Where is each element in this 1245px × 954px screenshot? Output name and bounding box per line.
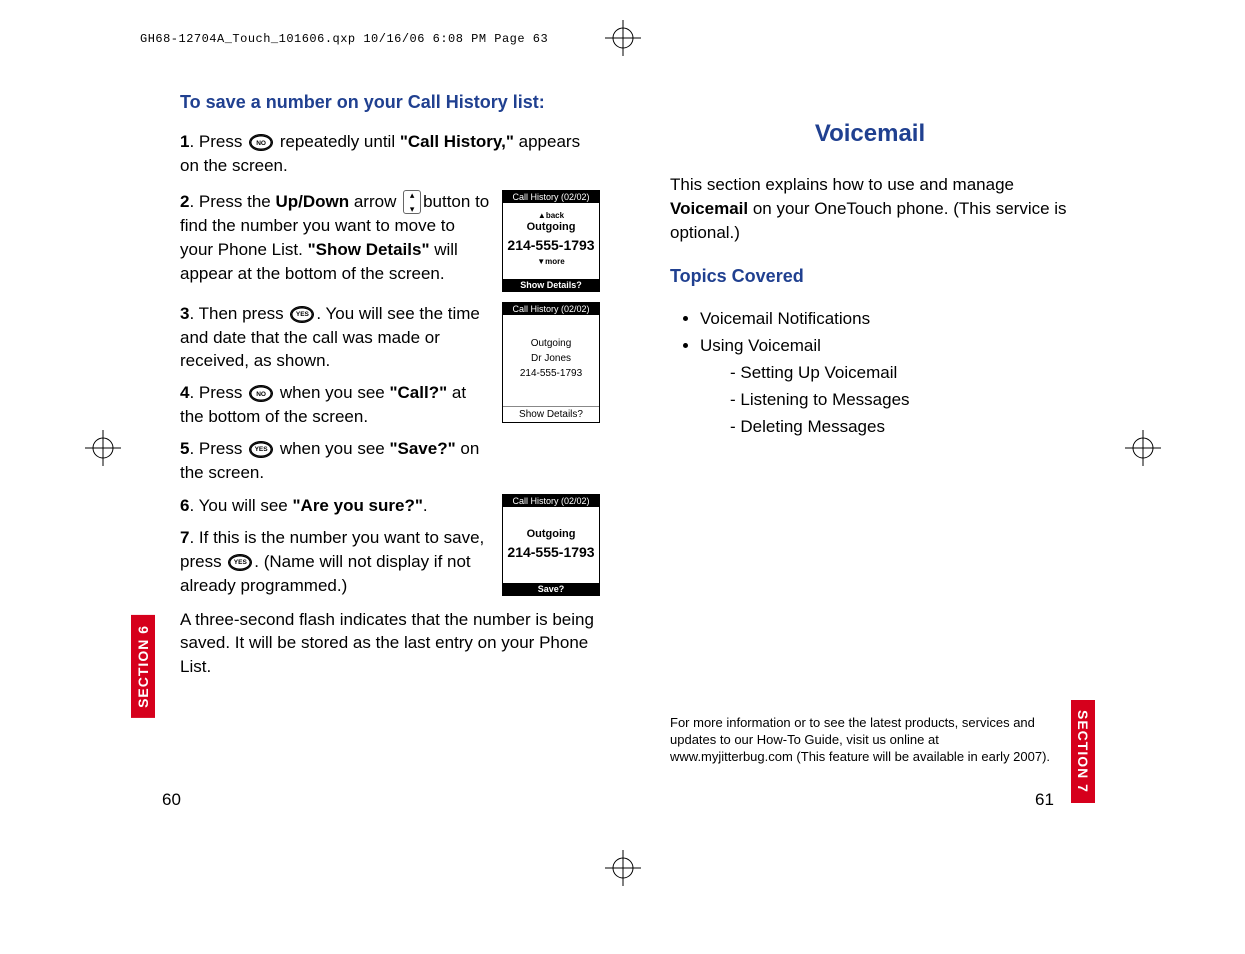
yes-button-icon: YES bbox=[290, 306, 314, 323]
page-number-left: 60 bbox=[162, 790, 181, 810]
footnote: For more information or to see the lates… bbox=[670, 715, 1055, 766]
left-page: To save a number on your Call History li… bbox=[180, 90, 600, 691]
page-number-right: 61 bbox=[1035, 790, 1054, 810]
phone-screen-3: Call History (02/02) Outgoing 214-555-17… bbox=[502, 494, 600, 596]
no-button-icon: NO bbox=[249, 134, 273, 151]
yes-button-icon: YES bbox=[228, 554, 252, 571]
crop-mark-icon bbox=[85, 430, 121, 466]
print-header: GH68-12704A_Touch_101606.qxp 10/16/06 6:… bbox=[140, 32, 548, 46]
crop-mark-icon bbox=[605, 20, 641, 56]
step-1: 1. Press NO repeatedly until "Call Histo… bbox=[180, 130, 600, 178]
step-6-7: 6. You will see "Are you sure?". 7. If t… bbox=[180, 494, 492, 597]
right-page: Voicemail This section explains how to u… bbox=[670, 90, 1070, 441]
phone-screen-1: Call History (02/02) ▲back Outgoing 214-… bbox=[502, 190, 600, 292]
crop-mark-icon bbox=[605, 850, 641, 886]
step-3: 3. Then press YES. You will see the time… bbox=[180, 302, 492, 485]
closing-text: A three-second flash indicates that the … bbox=[180, 608, 600, 679]
topics-heading: Topics Covered bbox=[670, 264, 1070, 289]
yes-button-icon: YES bbox=[249, 441, 273, 458]
intro-text: This section explains how to use and man… bbox=[670, 173, 1070, 244]
no-button-icon: NO bbox=[249, 385, 273, 402]
chapter-title: Voicemail bbox=[670, 120, 1070, 148]
section-tab-left: SECTION 6 bbox=[131, 615, 155, 718]
phone-screen-2: Call History (02/02) Outgoing Dr Jones 2… bbox=[502, 302, 600, 423]
topics-list: Voicemail Notifications Using Voicemail … bbox=[680, 305, 1070, 441]
updown-icon bbox=[403, 190, 421, 214]
left-heading: To save a number on your Call History li… bbox=[180, 90, 600, 115]
crop-mark-icon bbox=[1125, 430, 1161, 466]
section-tab-right: SECTION 7 bbox=[1071, 700, 1095, 803]
step-2: 2. Press the Up/Down arrow button to fin… bbox=[180, 190, 492, 286]
